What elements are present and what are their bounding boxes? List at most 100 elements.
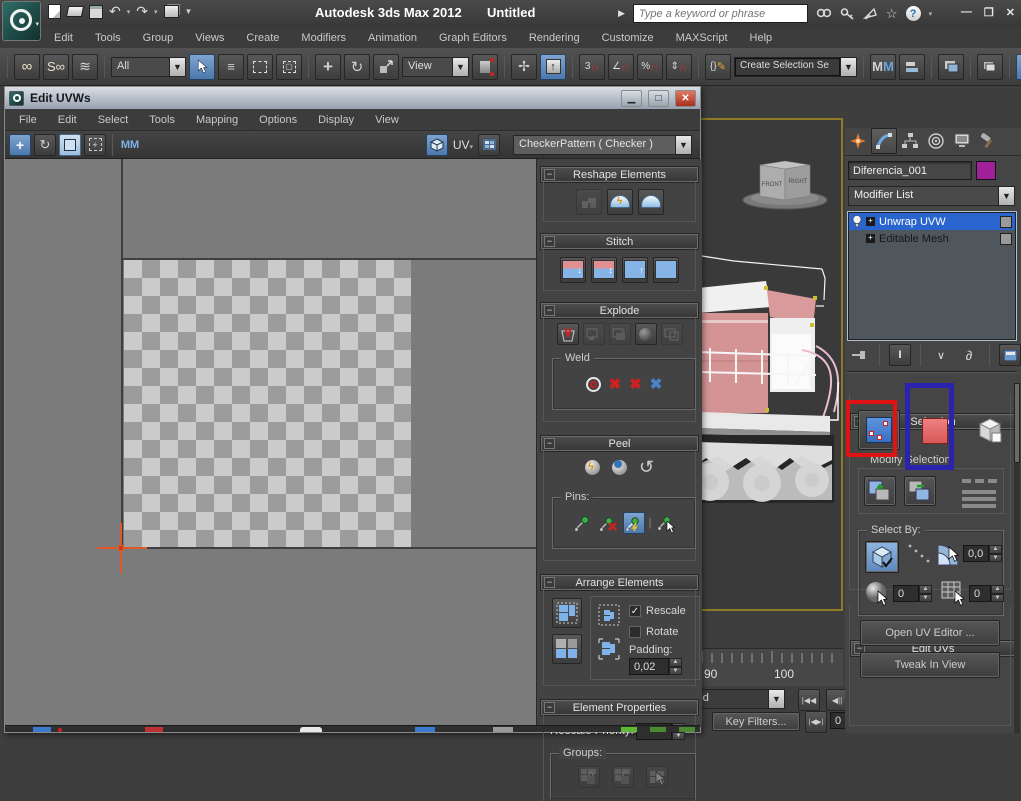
angle-snap-icon[interactable]: ∠∩ bbox=[608, 54, 634, 80]
clipped-icon[interactable] bbox=[650, 727, 666, 732]
keyboard-shortcut-override-icon[interactable]: ↑ bbox=[540, 54, 566, 80]
pin-stack-icon[interactable] bbox=[848, 344, 870, 366]
clipped-icon[interactable] bbox=[145, 727, 163, 732]
remove-modifier-icon[interactable]: ∂ bbox=[958, 344, 980, 366]
stack-onoff-toggle[interactable] bbox=[1000, 216, 1012, 228]
clipped-icon[interactable] bbox=[621, 727, 637, 732]
flatten-by-smoothing-icon[interactable] bbox=[609, 323, 631, 345]
uvw-titlebar[interactable]: Edit UVWs ▁ □ ✕ bbox=[5, 87, 700, 109]
menu-help[interactable]: Help bbox=[746, 30, 777, 46]
spinner-snap-icon[interactable]: ⇕∩ bbox=[666, 54, 692, 80]
material-id-spinner[interactable]: ▲▼ bbox=[991, 585, 1004, 602]
lightbulb-icon[interactable] bbox=[852, 215, 862, 228]
angle-threshold-spinner[interactable]: ▲▼ bbox=[989, 545, 1002, 562]
select-and-rotate-icon[interactable]: ↻ bbox=[344, 54, 370, 80]
new-file-icon[interactable] bbox=[48, 4, 61, 19]
select-by-element-toggle[interactable] bbox=[865, 541, 899, 573]
make-unique-icon[interactable]: ∨ bbox=[930, 344, 952, 366]
use-pivot-center-icon[interactable] bbox=[472, 54, 498, 80]
texture-list-icon[interactable] bbox=[478, 134, 500, 156]
select-by-smoothing-group-icon[interactable] bbox=[865, 581, 891, 609]
explode-custom-icon[interactable] bbox=[661, 323, 683, 345]
uvw-menu-options[interactable]: Options bbox=[255, 112, 301, 128]
edge-ring-lines-icon[interactable] bbox=[962, 488, 998, 510]
uvw-menu-display[interactable]: Display bbox=[314, 112, 358, 128]
flatten-by-angle-icon[interactable] bbox=[583, 323, 605, 345]
redo-icon[interactable]: ↷ bbox=[136, 3, 148, 20]
uvw-menu-mapping[interactable]: Mapping bbox=[192, 112, 242, 128]
help-icon[interactable]: ? bbox=[906, 6, 921, 21]
tab-create-icon[interactable] bbox=[845, 128, 871, 154]
face-selection-button[interactable] bbox=[916, 414, 954, 448]
tab-motion-icon[interactable] bbox=[923, 128, 949, 154]
qat-customize-icon[interactable]: ▼ bbox=[185, 7, 193, 16]
smoothing-group-spinner[interactable]: ▲▼ bbox=[919, 585, 932, 602]
unpin-icon[interactable] bbox=[597, 512, 619, 534]
clipped-icon[interactable] bbox=[679, 727, 695, 732]
rescale-elements-icon[interactable] bbox=[595, 601, 623, 629]
uvw-menu-select[interactable]: Select bbox=[94, 112, 133, 128]
menu-create[interactable]: Create bbox=[242, 30, 283, 46]
smoothing-group-field[interactable]: 0 bbox=[893, 585, 919, 602]
show-end-result-icon[interactable]: I bbox=[889, 344, 911, 366]
stitch-to-source-icon[interactable]: ↕ bbox=[591, 257, 617, 283]
minimize-icon[interactable]: — bbox=[961, 6, 972, 19]
point-to-point-icon[interactable] bbox=[907, 543, 933, 565]
uvw-scale-icon[interactable] bbox=[59, 134, 81, 156]
uvw-move-icon[interactable]: + bbox=[9, 134, 31, 156]
stitch-custom-icon[interactable] bbox=[653, 257, 679, 283]
select-group-icon[interactable] bbox=[646, 766, 668, 788]
expand-icon[interactable]: + bbox=[866, 234, 875, 243]
help-dropdown-icon[interactable]: ▾ bbox=[929, 10, 933, 18]
select-and-scale-icon[interactable] bbox=[373, 54, 399, 80]
menu-graph-editors[interactable]: Graph Editors bbox=[435, 30, 511, 46]
go-to-start-icon[interactable]: |◀◀ bbox=[798, 689, 820, 711]
search-icon[interactable] bbox=[816, 7, 832, 21]
relax-quick-icon[interactable]: ϟ bbox=[607, 189, 633, 215]
project-folder-icon[interactable] bbox=[164, 5, 179, 18]
configure-modifier-sets-icon[interactable] bbox=[999, 344, 1021, 366]
rotate-checkbox[interactable] bbox=[629, 626, 641, 638]
vertex-selection-button[interactable] bbox=[858, 410, 900, 450]
uvw-menu-tools[interactable]: Tools bbox=[145, 112, 179, 128]
mirror-icon[interactable]: MM bbox=[870, 54, 896, 80]
reference-coordinate-dropdown[interactable]: View▼ bbox=[402, 57, 469, 77]
reshape-elements-rollout-header[interactable]: −Reshape Elements bbox=[541, 167, 698, 182]
pack-together-icon[interactable] bbox=[552, 634, 582, 664]
select-by-name-icon[interactable]: ≡ bbox=[218, 54, 244, 80]
expand-icon[interactable]: + bbox=[866, 217, 875, 226]
modifier-list-dropdown[interactable]: Modifier List▼ bbox=[848, 186, 1015, 206]
clipped-icon[interactable] bbox=[493, 727, 513, 732]
material-id-field[interactable]: 0 bbox=[969, 585, 991, 602]
subscription-key-icon[interactable] bbox=[840, 7, 855, 21]
graphite-ribbon-toggle-icon[interactable] bbox=[977, 54, 1003, 80]
quick-peel-icon[interactable]: ϟ bbox=[585, 460, 600, 475]
show-map-icon[interactable] bbox=[426, 134, 448, 156]
select-and-manipulate-icon[interactable]: ✢ bbox=[511, 54, 537, 80]
uvw-minimize-icon[interactable]: ▁ bbox=[621, 90, 642, 107]
place-pin-icon[interactable] bbox=[655, 512, 677, 534]
tab-display-icon[interactable] bbox=[949, 128, 975, 154]
tab-hierarchy-icon[interactable] bbox=[897, 128, 923, 154]
menu-customize[interactable]: Customize bbox=[598, 30, 658, 46]
select-and-move-icon[interactable]: + bbox=[315, 54, 341, 80]
window-crossing-icon[interactable]: ▢ bbox=[276, 54, 302, 80]
object-name-field[interactable]: Diferencia_001 bbox=[848, 161, 972, 180]
stitch-rollout-header[interactable]: −Stitch bbox=[541, 234, 698, 249]
panel-scrollbar[interactable] bbox=[1014, 383, 1020, 733]
uvw-close-icon[interactable]: ✕ bbox=[675, 90, 696, 107]
rotate-elements-icon[interactable] bbox=[595, 635, 623, 663]
pin-icon[interactable] bbox=[571, 512, 593, 534]
padding-spinner[interactable]: ▲▼ bbox=[669, 658, 682, 675]
percent-snap-icon[interactable]: %∩ bbox=[637, 54, 663, 80]
menu-views[interactable]: Views bbox=[191, 30, 228, 46]
application-menu-button[interactable]: ▾ bbox=[2, 1, 41, 41]
menu-edit[interactable]: Edit bbox=[50, 30, 77, 46]
layer-manager-icon[interactable] bbox=[938, 54, 964, 80]
element-properties-rollout-header[interactable]: −Element Properties bbox=[541, 700, 698, 715]
menu-animation[interactable]: Animation bbox=[364, 30, 421, 46]
uvw-menu-edit[interactable]: Edit bbox=[54, 112, 81, 128]
padding-field[interactable]: 0,02 bbox=[629, 658, 669, 675]
snap-toggle-3d-icon[interactable]: 3∩ bbox=[579, 54, 605, 80]
uvw-menu-view[interactable]: View bbox=[371, 112, 403, 128]
